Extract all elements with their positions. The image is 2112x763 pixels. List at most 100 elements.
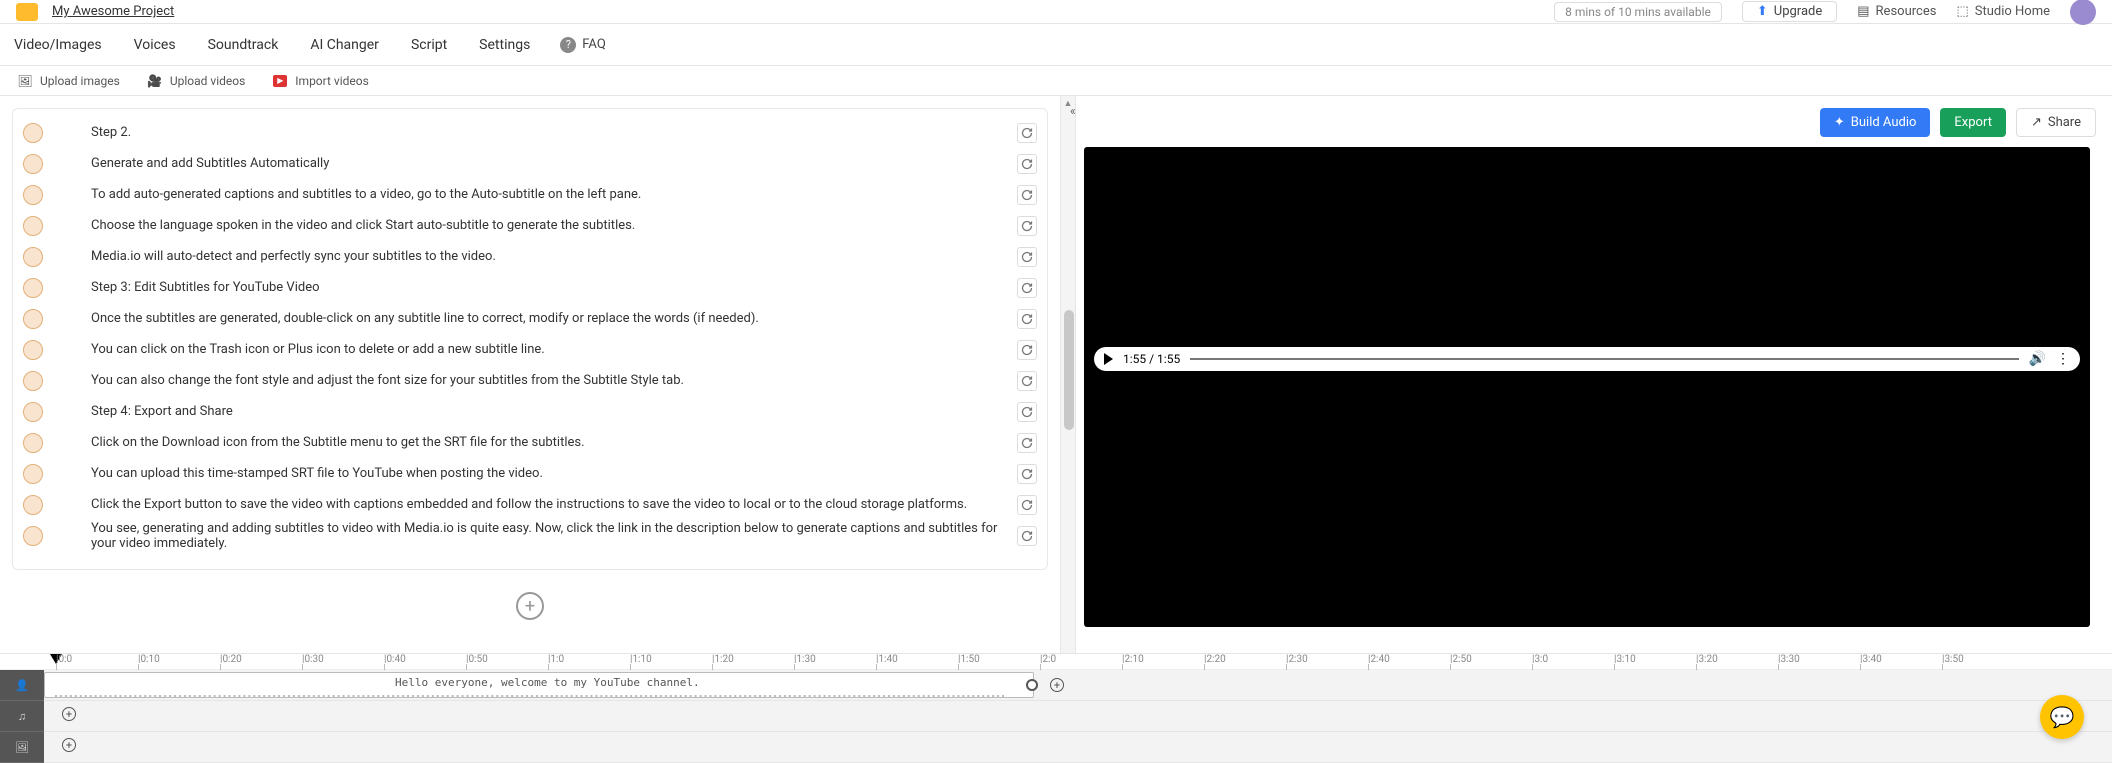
tab-video-images[interactable]: Video/Images (12, 27, 104, 63)
regenerate-button[interactable] (1017, 123, 1037, 143)
track-row-music[interactable]: + (44, 701, 2112, 732)
script-line[interactable]: Generate and add Subtitles Automatically (23, 148, 1037, 179)
tab-ai-changer[interactable]: AI Changer (308, 27, 381, 63)
studio-home-link[interactable]: ⬚ Studio Home (1956, 4, 2050, 19)
script-line[interactable]: Choose the language spoken in the video … (23, 210, 1037, 241)
clip-end-handle[interactable] (1026, 679, 1038, 691)
voice-chip[interactable] (23, 123, 43, 143)
regenerate-button[interactable] (1017, 247, 1037, 267)
left-scrollbar[interactable]: ▲ (1060, 96, 1076, 653)
script-line[interactable]: Step 4: Export and Share (23, 396, 1037, 427)
user-avatar[interactable] (2070, 0, 2096, 25)
faq-link[interactable]: ? FAQ (560, 37, 605, 53)
voice-chip[interactable] (23, 185, 43, 205)
chat-fab[interactable]: 💬 (2040, 695, 2084, 739)
voice-clip-text: Hello everyone, welcome to my YouTube ch… (395, 676, 700, 689)
track-music-icon[interactable]: ♫ (0, 701, 44, 732)
regenerate-button[interactable] (1017, 309, 1037, 329)
voice-clip[interactable]: Hello everyone, welcome to my YouTube ch… (44, 672, 1034, 698)
voice-chip[interactable] (23, 371, 43, 391)
more-options-icon[interactable]: ⋮ (2056, 351, 2070, 367)
script-text[interactable]: Step 4: Export and Share (91, 404, 1017, 419)
voice-chip[interactable] (23, 216, 43, 236)
collapse-panel-button[interactable]: « (1070, 104, 1076, 118)
script-line[interactable]: Click on the Download icon from the Subt… (23, 427, 1037, 458)
play-button[interactable] (1104, 353, 1113, 365)
refresh-icon (1021, 282, 1033, 294)
script-text[interactable]: You can upload this time-stamped SRT fil… (91, 466, 1017, 481)
script-line[interactable]: Step 3: Edit Subtitles for YouTube Video (23, 272, 1037, 303)
voice-chip[interactable] (23, 433, 43, 453)
voice-chip[interactable] (23, 495, 43, 515)
upload-videos-button[interactable]: 🎥 Upload videos (148, 74, 245, 88)
script-text[interactable]: You see, generating and adding subtitles… (91, 521, 1017, 551)
track-row-image[interactable]: + (44, 732, 2112, 763)
script-line[interactable]: You see, generating and adding subtitles… (23, 520, 1037, 551)
regenerate-button[interactable] (1017, 216, 1037, 236)
build-audio-button[interactable]: ✦ Build Audio (1820, 108, 1931, 137)
script-text[interactable]: Choose the language spoken in the video … (91, 218, 1017, 233)
script-line[interactable]: You can also change the font style and a… (23, 365, 1037, 396)
add-music-clip-button[interactable]: + (62, 707, 76, 721)
regenerate-button[interactable] (1017, 185, 1037, 205)
regenerate-button[interactable] (1017, 278, 1037, 298)
resources-icon: ▤ (1857, 4, 1869, 19)
script-line[interactable]: You can click on the Trash icon or Plus … (23, 334, 1037, 365)
video-player[interactable]: 1:55 / 1:55 🔊 ⋮ (1084, 147, 2090, 627)
regenerate-button[interactable] (1017, 402, 1037, 422)
regenerate-button[interactable] (1017, 495, 1037, 515)
timeline-ruler[interactable]: |0:0|0:10|0:20|0:30|0:40|0:50|1:0|1:10|1… (0, 654, 2112, 670)
voice-chip[interactable] (23, 402, 43, 422)
regenerate-button[interactable] (1017, 464, 1037, 484)
script-text[interactable]: Click the Export button to save the vide… (91, 497, 1017, 512)
script-line[interactable]: Media.io will auto-detect and perfectly … (23, 241, 1037, 272)
script-line[interactable]: Once the subtitles are generated, double… (23, 303, 1037, 334)
upload-images-button[interactable]: 🖼 Upload images (18, 74, 120, 88)
voice-chip[interactable] (23, 464, 43, 484)
progress-bar[interactable] (1190, 358, 2018, 360)
tab-soundtrack[interactable]: Soundtrack (206, 27, 281, 63)
regenerate-button[interactable] (1017, 340, 1037, 360)
add-block-button[interactable]: + (516, 592, 544, 620)
tab-settings[interactable]: Settings (477, 27, 532, 63)
upgrade-button[interactable]: ⬆ Upgrade (1742, 1, 1837, 22)
add-image-clip-button[interactable]: + (62, 738, 76, 752)
track-voice-icon[interactable]: 👤 (0, 670, 44, 701)
add-voice-clip-button[interactable]: + (1050, 678, 1064, 692)
script-text[interactable]: Media.io will auto-detect and perfectly … (91, 249, 1017, 264)
regenerate-button[interactable] (1017, 526, 1037, 546)
script-text[interactable]: Step 3: Edit Subtitles for YouTube Video (91, 280, 1017, 295)
share-label: Share (2048, 115, 2081, 130)
script-text[interactable]: Click on the Download icon from the Subt… (91, 435, 1017, 450)
import-videos-button[interactable]: ▶ Import videos (273, 74, 369, 88)
voice-chip[interactable] (23, 526, 43, 546)
script-text[interactable]: Once the subtitles are generated, double… (91, 311, 1017, 326)
voice-chip[interactable] (23, 309, 43, 329)
voice-chip[interactable] (23, 247, 43, 267)
tab-script[interactable]: Script (409, 27, 449, 63)
script-line[interactable]: You can upload this time-stamped SRT fil… (23, 458, 1037, 489)
regenerate-button[interactable] (1017, 371, 1037, 391)
track-image-icon[interactable]: 🖼 (0, 732, 44, 763)
script-text[interactable]: Step 2. (91, 125, 1017, 140)
script-line[interactable]: Step 2. (23, 117, 1037, 148)
script-text[interactable]: Generate and add Subtitles Automatically (91, 156, 1017, 171)
regenerate-button[interactable] (1017, 433, 1037, 453)
script-text[interactable]: You can click on the Trash icon or Plus … (91, 342, 1017, 357)
tab-voices[interactable]: Voices (132, 27, 178, 63)
voice-chip[interactable] (23, 278, 43, 298)
script-text[interactable]: To add auto-generated captions and subti… (91, 187, 1017, 202)
script-text[interactable]: You can also change the font style and a… (91, 373, 1017, 388)
project-title[interactable]: My Awesome Project (52, 4, 174, 19)
resources-link[interactable]: ▤ Resources (1857, 4, 1936, 19)
export-button[interactable]: Export (1940, 108, 2006, 137)
track-row-voice[interactable]: Hello everyone, welcome to my YouTube ch… (44, 670, 2112, 701)
regenerate-button[interactable] (1017, 154, 1037, 174)
share-button[interactable]: ↗ Share (2016, 108, 2096, 137)
volume-icon[interactable]: 🔊 (2029, 351, 2046, 367)
script-line[interactable]: Click the Export button to save the vide… (23, 489, 1037, 520)
script-line[interactable]: To add auto-generated captions and subti… (23, 179, 1037, 210)
voice-chip[interactable] (23, 154, 43, 174)
voice-chip[interactable] (23, 340, 43, 360)
scroll-thumb[interactable] (1064, 310, 1074, 430)
